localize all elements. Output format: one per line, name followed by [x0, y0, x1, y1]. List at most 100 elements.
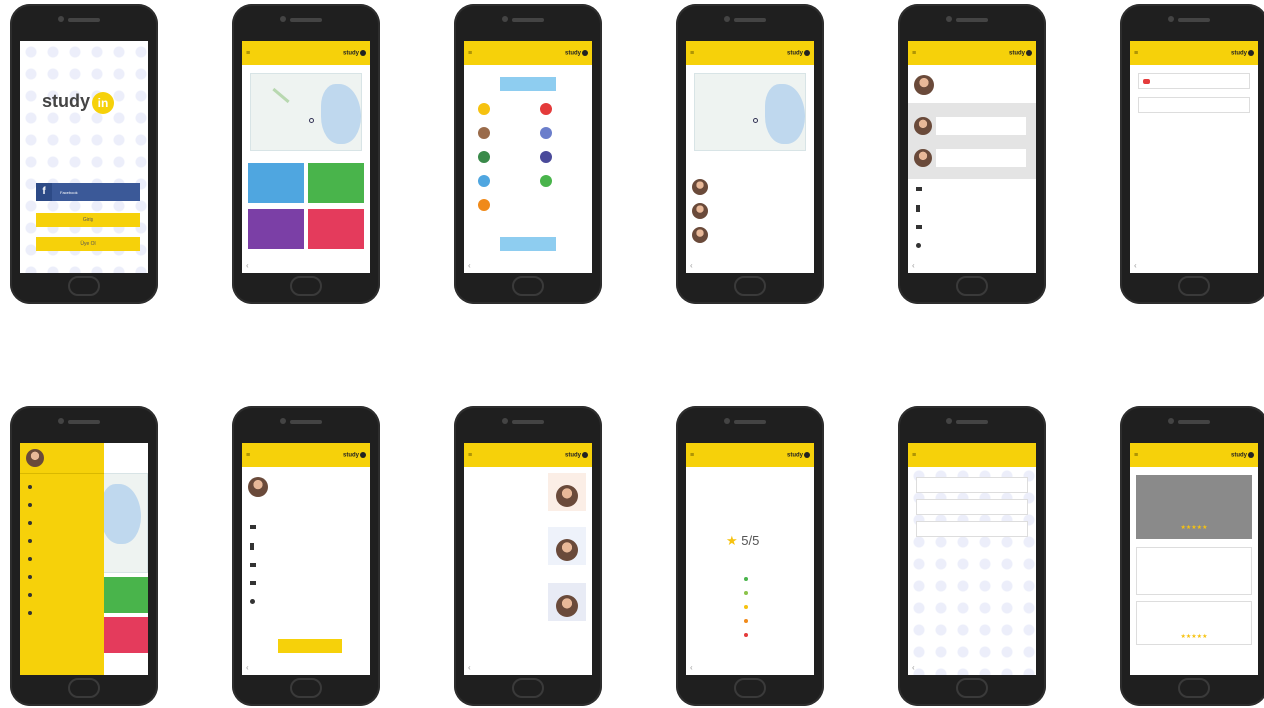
mail-icon: [916, 225, 922, 229]
brand-logo: study: [1009, 49, 1032, 56]
tile-3[interactable]: [248, 209, 304, 249]
back-icon[interactable]: ‹: [690, 261, 693, 270]
subject-icon[interactable]: [540, 151, 552, 163]
subject-icon[interactable]: [478, 151, 490, 163]
menu-icon[interactable]: ≡: [912, 50, 920, 57]
back-icon[interactable]: ‹: [246, 261, 249, 270]
menu-icon[interactable]: ≡: [690, 452, 698, 459]
app-bar: ≡ study: [242, 443, 370, 467]
rating-screen: ≡ study ★ 5/5 ‹: [686, 443, 814, 675]
facebook-login-button[interactable]: f Facebook: [36, 183, 140, 201]
menu-icon[interactable]: ≡: [246, 50, 254, 57]
back-icon[interactable]: ‹: [690, 663, 693, 672]
card-row[interactable]: [1138, 73, 1250, 89]
back-icon[interactable]: ‹: [468, 663, 471, 672]
rating-bar-dot: [744, 619, 748, 623]
top-button[interactable]: [500, 77, 556, 91]
phone-splash: study in f Facebook Giriş Üye Ol: [10, 4, 158, 304]
phone-profile: ≡ study ‹: [898, 4, 1046, 304]
menu-item[interactable]: [28, 557, 32, 561]
phone-lessons: ≡ study ‹: [454, 406, 602, 706]
lessons-screen: ≡ study ‹: [464, 443, 592, 675]
form-field-1[interactable]: [916, 477, 1028, 493]
profile-screen: ≡ study ‹: [908, 41, 1036, 273]
tile-1[interactable]: [248, 163, 304, 203]
back-icon[interactable]: ‹: [912, 663, 915, 672]
side-drawer: [20, 443, 104, 675]
rating-score: ★ 5/5: [726, 533, 760, 548]
location-icon: [250, 599, 255, 604]
subject-icon[interactable]: [478, 199, 490, 211]
app-bar: ≡ study: [686, 41, 814, 65]
menu-icon[interactable]: ≡: [468, 50, 476, 57]
menu-icon[interactable]: ≡: [1134, 50, 1142, 57]
review-card: [1136, 547, 1252, 595]
subject-icon[interactable]: [478, 127, 490, 139]
menu-item[interactable]: [28, 593, 32, 597]
subject-icon[interactable]: [540, 175, 552, 187]
menu-icon[interactable]: ≡: [468, 452, 476, 459]
rating-bar-dot: [744, 633, 748, 637]
tile-2[interactable]: [308, 163, 364, 203]
brand-logo: study: [787, 49, 810, 56]
card-icon: [1143, 79, 1150, 84]
form-field-2[interactable]: [916, 499, 1028, 515]
menu-item[interactable]: [28, 539, 32, 543]
menu-icon[interactable]: ≡: [690, 50, 698, 57]
menu-item[interactable]: [28, 611, 32, 615]
app-bar: ≡ study: [464, 41, 592, 65]
facebook-icon: f: [36, 183, 52, 201]
tutors-screen: ≡ study ‹: [686, 41, 814, 273]
back-icon[interactable]: ‹: [912, 261, 915, 270]
app-bar: ≡ study: [1130, 41, 1258, 65]
menu-icon[interactable]: ≡: [246, 452, 254, 459]
rating-bar-dot: [744, 591, 748, 595]
map-view[interactable]: [694, 73, 806, 151]
app-logo: study in: [42, 91, 115, 114]
avatar: [556, 539, 578, 561]
tile-4[interactable]: [308, 209, 364, 249]
subject-icon[interactable]: [478, 103, 490, 115]
add-card-row[interactable]: [1138, 97, 1250, 113]
my-profile-screen: ≡ study ‹: [242, 443, 370, 675]
mail-icon: [250, 563, 256, 567]
form-field-3[interactable]: [916, 521, 1028, 537]
app-bar: ≡ study: [464, 443, 592, 467]
app-bar: ≡ study: [686, 443, 814, 467]
brand-logo: study: [787, 451, 810, 458]
back-icon[interactable]: ‹: [1134, 261, 1137, 270]
home-screen: ≡ study ‹: [242, 41, 370, 273]
brand-logo: study: [343, 49, 366, 56]
location-icon: [916, 243, 921, 248]
payment-screen: ≡ study ‹: [1130, 41, 1258, 273]
menu-item[interactable]: [28, 503, 32, 507]
brand-logo: study: [1231, 49, 1254, 56]
subject-icon[interactable]: [540, 127, 552, 139]
menu-icon[interactable]: ≡: [1134, 452, 1142, 459]
edit-profile-button[interactable]: [278, 639, 342, 653]
avatar: [248, 477, 268, 497]
back-icon[interactable]: ‹: [246, 663, 249, 672]
back-icon[interactable]: ‹: [468, 261, 471, 270]
app-bar: ≡ study: [908, 41, 1036, 65]
bottom-button[interactable]: [500, 237, 556, 251]
app-bar: ≡ study: [242, 41, 370, 65]
splash-screen: study in f Facebook Giriş Üye Ol: [20, 41, 148, 273]
phone-subjects: ≡ study ‹: [454, 4, 602, 304]
avatar: [692, 179, 708, 195]
avatar: [914, 75, 934, 95]
phone-icon: [250, 543, 254, 550]
menu-item[interactable]: [28, 485, 32, 489]
menu-screen: [20, 443, 148, 675]
info-icon: [250, 525, 256, 529]
menu-item[interactable]: [28, 575, 32, 579]
menu-item[interactable]: [28, 521, 32, 525]
subject-icon[interactable]: [478, 175, 490, 187]
avatar: [692, 203, 708, 219]
phone-home: ≡ study ‹: [232, 4, 380, 304]
login-button[interactable]: Giriş: [36, 213, 140, 227]
signup-button[interactable]: Üye Ol: [36, 237, 140, 251]
map-view[interactable]: [250, 73, 362, 151]
subject-icon[interactable]: [540, 103, 552, 115]
menu-icon[interactable]: ≡: [912, 452, 920, 459]
